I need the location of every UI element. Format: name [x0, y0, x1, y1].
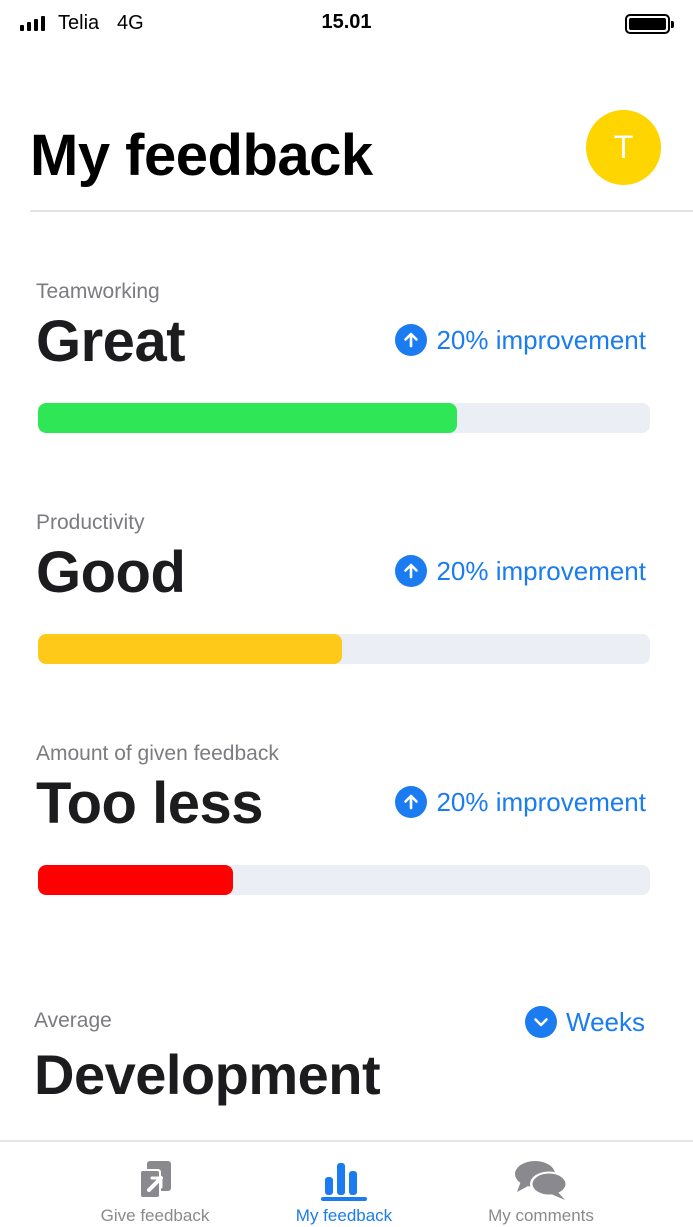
metric-given-feedback[interactable]: Amount of given feedback Too less 20% im…	[36, 742, 650, 912]
period-dropdown[interactable]: Weeks	[525, 1006, 645, 1038]
metric-label: Teamworking	[36, 280, 160, 303]
trend-text: 20% improvement	[436, 555, 646, 586]
tab-my-comments[interactable]: My comments	[441, 1142, 641, 1227]
arrow-up-circle-icon	[395, 324, 428, 356]
progress-bar	[38, 634, 650, 664]
comments-icon	[441, 1156, 641, 1204]
average-value: Development	[34, 1043, 381, 1106]
progress-fill	[38, 865, 234, 895]
metric-teamworking[interactable]: Teamworking Great 20% improvement	[36, 280, 650, 450]
avatar-initial: T	[613, 129, 634, 165]
header-divider	[30, 210, 693, 212]
metric-label: Productivity	[36, 511, 145, 534]
average-label: Average	[34, 1009, 112, 1032]
tab-bar: Give feedback My feedback My comments	[0, 1140, 693, 1227]
tab-give-feedback[interactable]: Give feedback	[55, 1142, 255, 1227]
trend-indicator: 20% improvement	[395, 786, 646, 818]
status-time: 15.01	[321, 11, 372, 33]
trend-indicator: 20% improvement	[395, 555, 646, 587]
status-bar: Telia 4G 15.01	[0, 0, 693, 48]
chevron-down-circle-icon	[525, 1006, 557, 1038]
metric-value: Good	[36, 540, 186, 605]
metric-productivity[interactable]: Productivity Good 20% improvement	[36, 511, 650, 681]
progress-fill	[38, 403, 458, 433]
metric-value: Great	[36, 309, 186, 374]
metric-label: Amount of given feedback	[36, 742, 279, 765]
metric-value: Too less	[36, 771, 263, 836]
period-label: Weeks	[566, 1006, 645, 1037]
arrow-up-circle-icon	[395, 555, 428, 587]
trend-text: 20% improvement	[436, 324, 646, 355]
tab-label: Give feedback	[100, 1206, 210, 1225]
bar-chart-icon	[244, 1156, 444, 1204]
tab-label: My comments	[488, 1206, 594, 1225]
avatar[interactable]: T	[586, 110, 661, 185]
battery-icon	[625, 14, 674, 34]
progress-fill	[38, 634, 342, 664]
tab-my-feedback[interactable]: My feedback	[244, 1142, 444, 1227]
trend-text: 20% improvement	[436, 786, 646, 817]
progress-bar	[38, 865, 650, 895]
give-feedback-icon	[55, 1156, 255, 1204]
progress-bar	[38, 403, 650, 433]
tab-label: My feedback	[295, 1206, 393, 1225]
trend-indicator: 20% improvement	[395, 324, 646, 356]
page-title: My feedback	[30, 123, 373, 188]
arrow-up-circle-icon	[395, 786, 428, 818]
